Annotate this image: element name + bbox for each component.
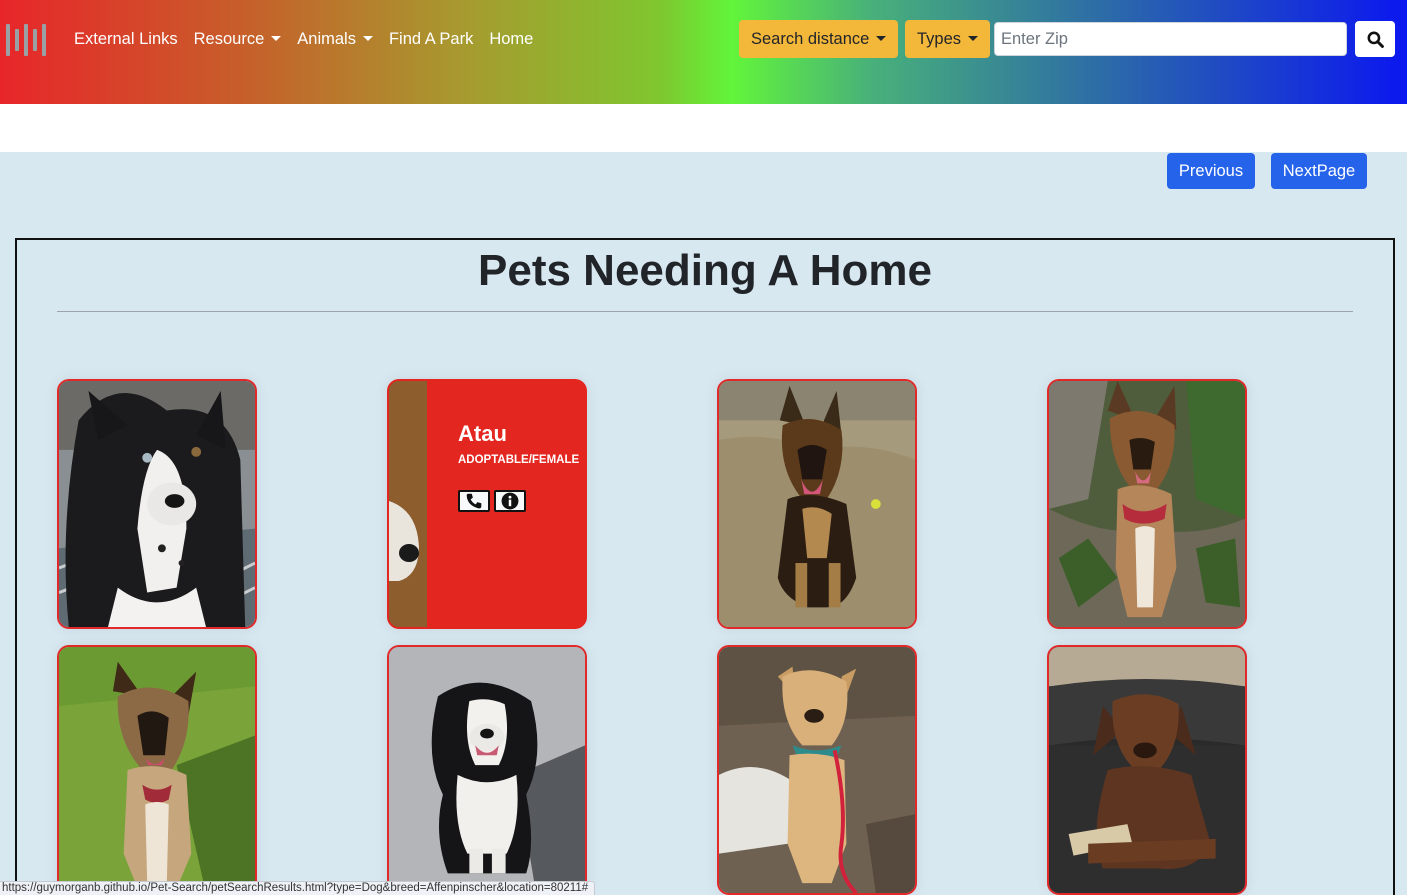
logo-icon[interactable] — [6, 24, 52, 56]
pet-photo — [59, 381, 255, 627]
types-dropdown[interactable]: Types — [905, 20, 991, 58]
info-icon — [501, 492, 519, 510]
pet-photo — [1049, 381, 1245, 627]
pet-card[interactable] — [717, 645, 917, 895]
pet-card[interactable] — [57, 379, 257, 629]
pet-card[interactable] — [1047, 645, 1247, 895]
search-button[interactable] — [1355, 21, 1395, 57]
zip-input[interactable] — [994, 22, 1347, 56]
nav-find-a-park-label: Find A Park — [388, 30, 474, 48]
pet-photo — [719, 381, 915, 627]
pet-photo-edge — [389, 381, 427, 627]
pet-name: Atau — [458, 421, 507, 446]
info-button[interactable] — [494, 490, 526, 512]
nav-home[interactable]: Home — [489, 28, 533, 50]
previous-button[interactable]: Previous — [1167, 153, 1255, 189]
pet-card-flipped[interactable]: Atau ADOPTABLE/FEMALE — [387, 379, 587, 629]
pet-card[interactable] — [1047, 379, 1247, 629]
nav-home-label: Home — [489, 30, 534, 48]
search-icon — [1367, 31, 1384, 48]
nav-resource-label: Resource — [193, 30, 265, 48]
pet-status: ADOPTABLE/FEMALE — [458, 454, 580, 466]
pet-photo — [1049, 647, 1245, 893]
next-page-button[interactable]: NextPage — [1271, 153, 1367, 189]
nav-animals-label: Animals — [297, 30, 356, 48]
pet-card[interactable] — [387, 645, 587, 895]
title-divider — [57, 311, 1353, 312]
nav-find-a-park[interactable]: Find A Park — [389, 28, 473, 50]
header-spacer — [0, 104, 1407, 152]
nav-links: External Links Resource Animals Find A P… — [74, 28, 533, 50]
phone-icon — [466, 493, 482, 509]
navbar: External Links Resource Animals Find A P… — [0, 0, 1407, 104]
nav-animals-dropdown[interactable]: Animals — [297, 28, 373, 50]
page-title: Pets Needing A Home — [478, 246, 932, 295]
types-label: Types — [917, 30, 962, 48]
pet-photo — [719, 647, 915, 893]
pet-photo — [389, 647, 585, 893]
pet-card[interactable] — [717, 379, 917, 629]
search-distance-label: Search distance — [751, 30, 870, 48]
nav-external-links-label: External Links — [74, 30, 178, 48]
phone-button[interactable] — [458, 490, 490, 512]
caret-down-icon — [968, 36, 979, 41]
caret-down-icon — [876, 36, 887, 41]
pet-card[interactable] — [57, 645, 257, 895]
nav-resource-dropdown[interactable]: Resource — [194, 28, 282, 50]
caret-down-icon — [362, 36, 373, 41]
nav-external-links[interactable]: External Links — [74, 28, 178, 50]
search-distance-dropdown[interactable]: Search distance — [739, 20, 899, 58]
pet-photo — [59, 647, 255, 893]
status-bar-url: https://guymorganb.github.io/Pet-Search/… — [0, 881, 596, 895]
caret-down-icon — [271, 36, 282, 41]
